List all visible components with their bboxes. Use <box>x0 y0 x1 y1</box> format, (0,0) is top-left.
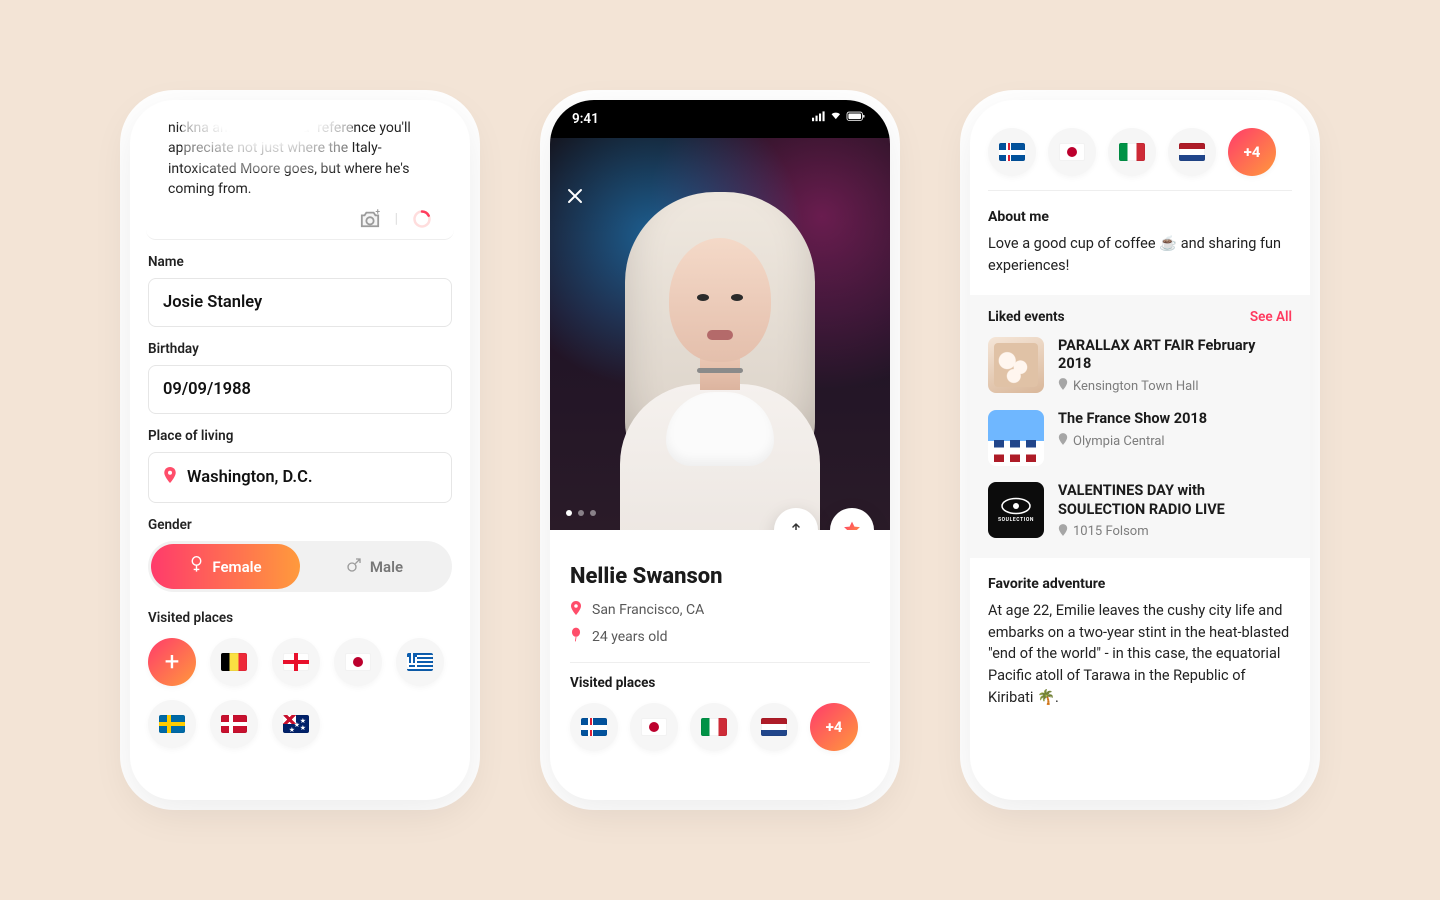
svg-text:+: + <box>375 209 380 216</box>
flag-japan[interactable] <box>1048 128 1096 176</box>
event-title: VALENTINES DAY with SOULECTION RADIO LIV… <box>1058 482 1292 520</box>
profile-age: 24 years old <box>592 629 668 645</box>
event-thumb: SOULECTION <box>988 482 1044 538</box>
liked-events-section: Liked events See All PARALLAX ART FAIR F… <box>970 295 1310 558</box>
event-thumb <box>988 410 1044 466</box>
event-item[interactable]: The France Show 2018 Olympia Central <box>988 410 1292 466</box>
event-thumb <box>988 337 1044 393</box>
more-flags-button[interactable]: +4 <box>1228 128 1276 176</box>
about-text: Love a good cup of coffee ☕ and sharing … <box>988 233 1292 277</box>
flag-denmark[interactable] <box>210 700 258 748</box>
event-location: Kensington Town Hall <box>1073 379 1199 394</box>
phone-profile-view: 9:41 Nellie Swanson <box>550 100 890 800</box>
pin-icon <box>163 467 177 488</box>
favorite-button[interactable] <box>830 508 874 530</box>
flag-netherlands[interactable] <box>750 703 798 751</box>
flag-australia[interactable] <box>272 700 320 748</box>
bio-textarea[interactable]: nickna and the "Sophia" reference you'll… <box>146 100 454 240</box>
name-label: Name <box>148 254 452 270</box>
flag-japan[interactable] <box>334 638 382 686</box>
see-all-link[interactable]: See All <box>1250 309 1292 325</box>
place-value: Washington, D.C. <box>187 468 313 487</box>
share-button[interactable] <box>774 508 818 530</box>
camera-add-icon[interactable]: + <box>359 209 381 229</box>
flag-georgia[interactable] <box>272 638 320 686</box>
balloon-icon <box>570 627 582 646</box>
notch <box>640 100 800 126</box>
more-flags-count: +4 <box>826 718 843 736</box>
pin-icon <box>1058 378 1068 394</box>
favorite-adventure-label: Favorite adventure <box>988 576 1292 592</box>
flag-italy[interactable] <box>690 703 738 751</box>
gender-option-female[interactable]: Female <box>151 544 300 589</box>
event-item[interactable]: SOULECTION VALENTINES DAY with SOULECTIO… <box>988 482 1292 540</box>
profile-location: San Francisco, CA <box>592 602 704 618</box>
profile-photo <box>625 192 815 530</box>
birthday-input[interactable]: 09/09/1988 <box>148 365 452 414</box>
birthday-label: Birthday <box>148 341 452 357</box>
gender-female-label: Female <box>212 558 261 576</box>
status-time: 9:41 <box>572 111 599 127</box>
profile-name: Nellie Swanson <box>570 564 870 589</box>
flag-greece[interactable] <box>396 638 444 686</box>
event-item[interactable]: PARALLAX ART FAIR February 2018 Kensingt… <box>988 337 1292 395</box>
flag-japan[interactable] <box>630 703 678 751</box>
phone-edit-profile: nickna and the "Sophia" reference you'll… <box>130 100 470 800</box>
place-input[interactable]: Washington, D.C. <box>148 452 452 503</box>
visited-label: Visited places <box>570 675 870 691</box>
flag-italy[interactable] <box>1108 128 1156 176</box>
liked-events-label: Liked events <box>988 309 1065 325</box>
female-icon <box>189 556 204 577</box>
gender-option-male[interactable]: Male <box>300 544 449 589</box>
event-location: Olympia Central <box>1073 434 1165 449</box>
gender-segmented: Female Male <box>148 541 452 592</box>
more-flags-count: +4 <box>1244 143 1261 161</box>
place-label: Place of living <box>148 428 452 444</box>
close-button[interactable] <box>566 186 584 211</box>
phone-profile-detail: +4 About me Love a good cup of coffee ☕ … <box>970 100 1310 800</box>
flag-sweden[interactable] <box>148 700 196 748</box>
add-place-button[interactable]: + <box>148 638 196 686</box>
profile-hero[interactable] <box>550 138 890 530</box>
about-label: About me <box>988 209 1292 225</box>
pin-icon <box>1058 433 1068 449</box>
event-location: 1015 Folsom <box>1073 524 1149 539</box>
name-value: Josie Stanley <box>163 293 262 312</box>
bio-text: nickna and the "Sophia" reference you'll… <box>168 120 411 197</box>
carousel-dots[interactable] <box>566 510 596 516</box>
loading-spinner-icon <box>412 209 432 229</box>
visited-label: Visited places <box>148 610 452 626</box>
status-icons <box>812 111 868 127</box>
pin-icon <box>570 601 582 619</box>
pin-icon <box>1058 524 1068 540</box>
visited-flags: + <box>130 638 470 748</box>
flag-netherlands[interactable] <box>1168 128 1216 176</box>
favorite-adventure-text: At age 22, Emilie leaves the cushy city … <box>988 600 1292 709</box>
flag-iceland[interactable] <box>570 703 618 751</box>
birthday-value: 09/09/1988 <box>163 380 251 399</box>
male-icon <box>346 557 362 577</box>
flag-belgium[interactable] <box>210 638 258 686</box>
gender-label: Gender <box>148 517 452 533</box>
name-input[interactable]: Josie Stanley <box>148 278 452 327</box>
event-title: PARALLAX ART FAIR February 2018 <box>1058 337 1292 375</box>
more-flags-button[interactable]: +4 <box>810 703 858 751</box>
flag-iceland[interactable] <box>988 128 1036 176</box>
event-title: The France Show 2018 <box>1058 410 1207 429</box>
gender-male-label: Male <box>370 558 403 576</box>
